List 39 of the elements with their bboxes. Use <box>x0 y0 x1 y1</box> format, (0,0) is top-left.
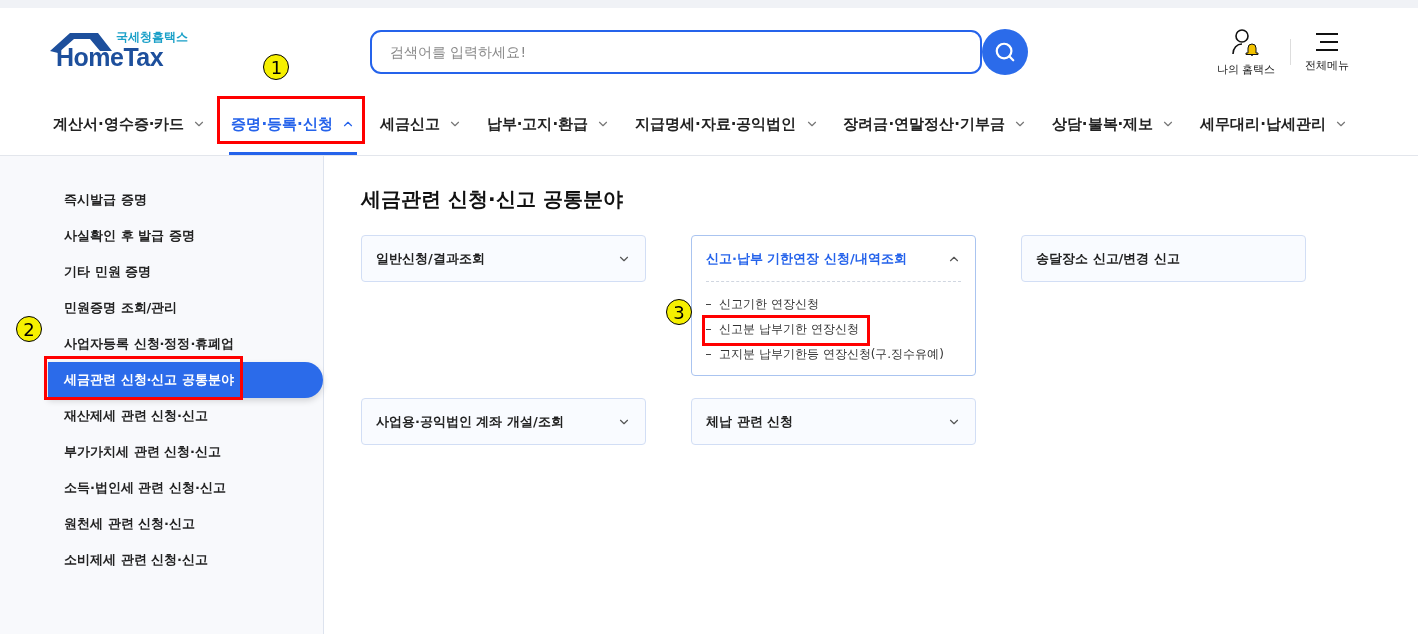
accordion-header[interactable]: 신고·납부 기한연장 신청/내역조회 <box>706 236 961 281</box>
nav-tab[interactable]: 세무대리·납세관리 <box>1198 96 1350 155</box>
accordion-header[interactable]: 송달장소 신고/변경 신고 <box>1036 236 1291 281</box>
page-title: 세금관련 신청·신고 공통분야 <box>361 186 624 213</box>
menu-icon <box>1314 31 1339 52</box>
sidebar-item[interactable]: 민원증명 조회/관리 <box>48 290 323 326</box>
nav-tab[interactable]: 세금신고 <box>377 96 464 155</box>
sidebar-item[interactable]: 소비제세 관련 신청·신고 <box>48 542 323 578</box>
nav-tab[interactable]: 장려금·연말정산·기부금 <box>841 96 1029 155</box>
sidebar-item[interactable]: 원천세 관련 신청·신고 <box>48 506 323 542</box>
annotation-marker: 3 <box>666 299 692 325</box>
logo-title: HomeTax <box>56 43 164 72</box>
search-icon <box>994 41 1016 63</box>
accordion-header[interactable]: 사업용·공익법인 계좌 개설/조회 <box>376 399 631 444</box>
search-button[interactable] <box>982 29 1028 75</box>
annotation-marker: 2 <box>16 316 42 342</box>
submenu-link[interactable]: 신고기한 연장신청 <box>706 292 961 317</box>
submenu-link[interactable]: 신고분 납부기한 연장신청 <box>706 317 961 342</box>
sidebar-item[interactable]: 세금관련 신청·신고 공통분야 <box>48 362 323 398</box>
my-hometax-button[interactable]: 나의 홈택스 <box>1203 27 1290 77</box>
user-bell-icon <box>1231 27 1262 56</box>
sidebar-item[interactable]: 재산제세 관련 신청·신고 <box>48 398 323 434</box>
submenu-link[interactable]: 고지분 납부기한등 연장신청(구.징수유예) <box>706 342 961 367</box>
sidebar-item[interactable]: 즉시발급 증명 <box>48 182 323 218</box>
sidebar-item[interactable]: 기타 민원 증명 <box>48 254 323 290</box>
annotation-marker: 1 <box>263 54 290 80</box>
nav-tab[interactable]: 지급명세·자료·공익법인 <box>633 96 821 155</box>
accordion-header[interactable]: 체납 관련 신청 <box>706 399 961 444</box>
sidebar-item[interactable]: 부가가치세 관련 신청·신고 <box>48 434 323 470</box>
sidebar-item[interactable]: 사실확인 후 발급 증명 <box>48 218 323 254</box>
logo-subtitle: 국세청홈택스 <box>116 29 188 46</box>
accordion-header[interactable]: 일반신청/결과조회 <box>376 236 631 281</box>
sidebar-item[interactable]: 소득·법인세 관련 신청·신고 <box>48 470 323 506</box>
nav-tab[interactable]: 계산서·영수증·카드 <box>51 96 209 155</box>
sidebar-item[interactable]: 사업자등록 신청·정정·휴폐업 <box>48 326 323 362</box>
nav-tab[interactable]: 납부·고지·환급 <box>484 96 613 155</box>
nav-tab[interactable]: 상담·불복·제보 <box>1049 96 1178 155</box>
search-field[interactable]: 검색어를 입력하세요! <box>370 30 982 74</box>
all-menu-button[interactable]: 전체메뉴 <box>1290 31 1363 73</box>
